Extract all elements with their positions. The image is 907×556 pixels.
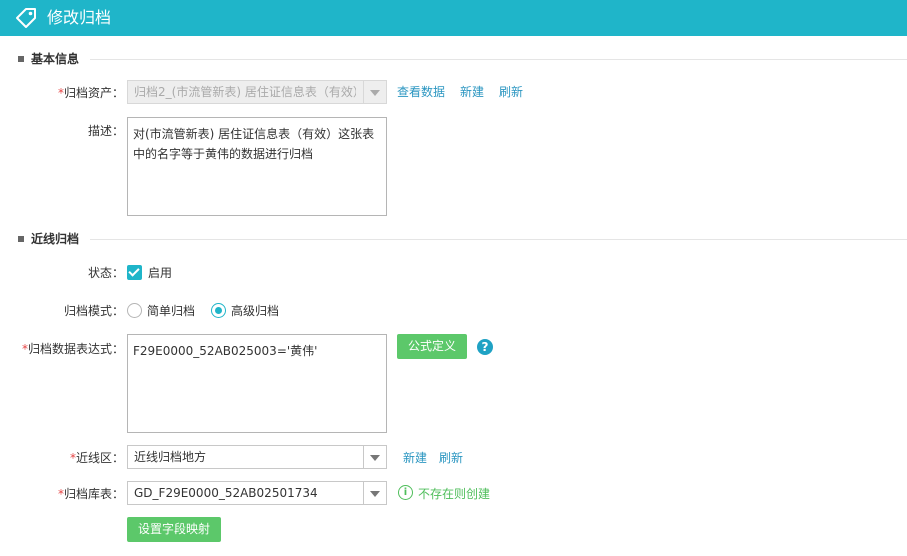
archive-table-hint: 不存在则创建: [418, 487, 491, 501]
mode-option-advanced: 高级归档: [231, 304, 280, 318]
mode-radio-simple[interactable]: [127, 303, 142, 318]
help-icon[interactable]: ?: [477, 339, 493, 355]
tag-icon: [16, 8, 36, 28]
section-divider: [90, 59, 907, 60]
archive-asset-value: 归档2_(市流管新表) 居住证信息表（有效）: [134, 85, 356, 99]
expression-label: *归档数据表达式：: [21, 342, 124, 356]
archive-asset-label: *归档资产：: [57, 86, 124, 100]
archive-table-value: GD_F29E0000_52AB02501734: [134, 486, 318, 500]
section-divider: [90, 239, 907, 240]
expression-textarea[interactable]: F29E0000_52AB025003='黄伟': [127, 334, 387, 433]
archive-table-label: *归档库表：: [57, 487, 124, 501]
mode-radio-advanced[interactable]: [211, 303, 226, 318]
mode-option-simple: 简单归档: [147, 304, 196, 318]
asset-refresh-link[interactable]: 刷新: [499, 84, 523, 100]
description-label: 描述：: [87, 124, 124, 138]
view-data-link[interactable]: 查看数据: [397, 84, 445, 100]
formula-define-button[interactable]: 公式定义: [397, 334, 467, 359]
info-icon: i: [398, 485, 413, 500]
asset-new-link[interactable]: 新建: [460, 84, 484, 100]
field-mapping-button[interactable]: 设置字段映射: [127, 517, 221, 542]
nearline-zone-value: 近线归档地方: [134, 450, 207, 464]
status-label: 状态：: [87, 266, 124, 280]
mode-label: 归档模式：: [63, 304, 124, 318]
description-textarea[interactable]: 对(市流管新表) 居住证信息表（有效）这张表中的名字等于黄伟的数据进行归档: [127, 117, 387, 216]
zone-new-link[interactable]: 新建: [403, 450, 427, 466]
chevron-down-icon[interactable]: [363, 482, 386, 504]
nearline-zone-label: *近线区：: [69, 451, 124, 465]
page-title: 修改归档: [47, 8, 112, 27]
status-option-label: 启用: [148, 266, 173, 280]
section-title-basic: 基本信息: [31, 52, 80, 66]
section-title-nearline: 近线归档: [31, 232, 80, 246]
zone-refresh-link[interactable]: 刷新: [439, 450, 463, 466]
nearline-zone-select[interactable]: 近线归档地方: [127, 445, 387, 469]
section-bullet: [18, 236, 24, 242]
status-checkbox[interactable]: [127, 265, 142, 280]
chevron-down-icon[interactable]: [363, 81, 386, 103]
page-header: 修改归档: [0, 0, 907, 36]
chevron-down-icon[interactable]: [363, 446, 386, 468]
archive-table-select[interactable]: GD_F29E0000_52AB02501734: [127, 481, 387, 505]
archive-asset-select[interactable]: 归档2_(市流管新表) 居住证信息表（有效）: [127, 80, 387, 104]
section-bullet: [18, 56, 24, 62]
